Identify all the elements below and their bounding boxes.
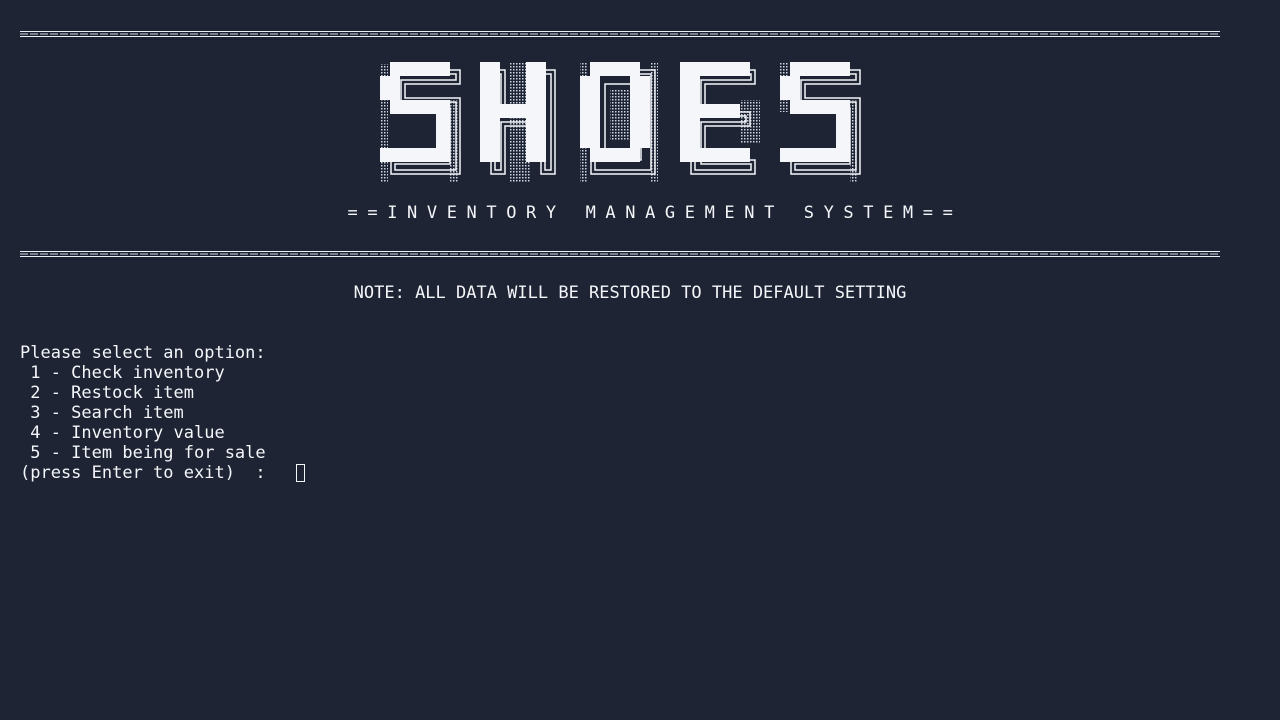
bottom-divider bbox=[20, 251, 1220, 257]
exit-hint: (press Enter to exit) : bbox=[20, 463, 266, 483]
top-divider bbox=[20, 31, 1220, 37]
input-prompt-line: (press Enter to exit) : bbox=[20, 463, 305, 483]
menu-option-search-item: 3 - Search item bbox=[20, 403, 184, 423]
reset-note: NOTE: ALL DATA WILL BE RESTORED TO THE D… bbox=[353, 283, 907, 303]
shoes-ascii-banner bbox=[380, 62, 861, 182]
text-cursor[interactable] bbox=[295, 464, 305, 482]
app-subtitle: ==INVENTORY MANAGEMENT SYSTEM== bbox=[347, 203, 963, 223]
terminal-window[interactable]: ==INVENTORY MANAGEMENT SYSTEM== NOTE: AL… bbox=[0, 0, 1280, 720]
menu-option-restock-item: 2 - Restock item bbox=[20, 383, 194, 403]
menu-prompt: Please select an option: bbox=[20, 343, 266, 363]
main-menu: Please select an option: 1 - Check inven… bbox=[20, 343, 305, 483]
menu-option-item-for-sale: 5 - Item being for sale bbox=[20, 443, 266, 463]
menu-option-inventory-value: 4 - Inventory value bbox=[20, 423, 225, 443]
menu-option-check-inventory: 1 - Check inventory bbox=[20, 363, 225, 383]
